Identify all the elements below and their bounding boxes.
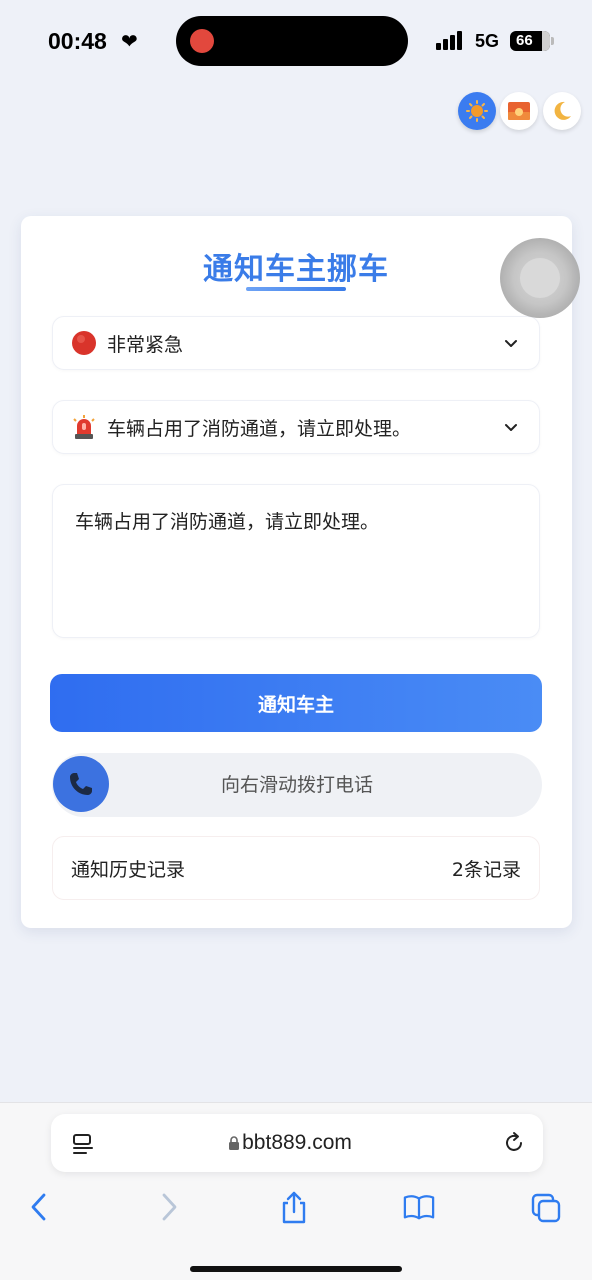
cellular-signal-icon (436, 30, 466, 50)
theme-sunset-button[interactable] (500, 92, 538, 130)
message-textarea[interactable]: 车辆占用了消防通道，请立即处理。 (52, 484, 540, 638)
sun-icon (466, 100, 488, 122)
forward-icon[interactable] (152, 1190, 184, 1224)
address-bar[interactable]: bbt889.com (51, 1114, 543, 1172)
url-text: bbt889.com (242, 1131, 352, 1154)
back-icon[interactable] (24, 1190, 56, 1224)
battery-icon: 66 (510, 31, 550, 51)
dynamic-island (176, 16, 408, 66)
slider-handle[interactable] (53, 756, 109, 812)
share-icon[interactable] (278, 1190, 310, 1224)
lock-icon (229, 1136, 239, 1150)
history-count: 2条记录 (451, 858, 521, 881)
tabs-icon[interactable] (530, 1190, 562, 1224)
chevron-down-icon (505, 424, 517, 431)
notify-owner-button[interactable]: 通知车主 (50, 674, 542, 732)
status-time: 00:48 (48, 28, 107, 54)
swipe-to-call-slider[interactable]: 向右滑动拨打电话 (52, 753, 542, 817)
reason-select[interactable]: 车辆占用了消防通道，请立即处理。 (52, 400, 540, 454)
history-label: 通知历史记录 (71, 858, 186, 881)
home-indicator (190, 1266, 402, 1272)
chevron-down-icon (505, 340, 517, 347)
siren-icon (73, 415, 95, 439)
notify-history[interactable]: 通知历史记录 2条记录 (52, 836, 540, 900)
status-bar: 00:48 ❤ 5G 66 (0, 0, 592, 84)
sunset-icon (508, 102, 530, 120)
urgency-select[interactable]: 非常紧急 (52, 316, 540, 370)
phone-icon (70, 773, 92, 795)
slider-label: 向右滑动拨打电话 (220, 774, 373, 796)
urgency-selected: 非常紧急 (107, 333, 184, 356)
theme-dark-button[interactable] (543, 92, 581, 130)
reason-selected: 车辆占用了消防通道，请立即处理。 (107, 417, 412, 440)
battery-level: 66 (516, 32, 533, 49)
reload-icon[interactable] (501, 1130, 527, 1156)
heart-icon: ❤ (121, 29, 138, 53)
recording-dot-icon (190, 29, 214, 53)
bookmarks-icon[interactable] (403, 1190, 435, 1224)
theme-light-button[interactable] (458, 92, 496, 130)
moon-icon (554, 101, 571, 120)
assistive-touch-button[interactable] (500, 238, 580, 318)
title-underline (246, 287, 346, 291)
network-type: 5G (475, 31, 500, 51)
red-circle-icon (72, 331, 96, 355)
